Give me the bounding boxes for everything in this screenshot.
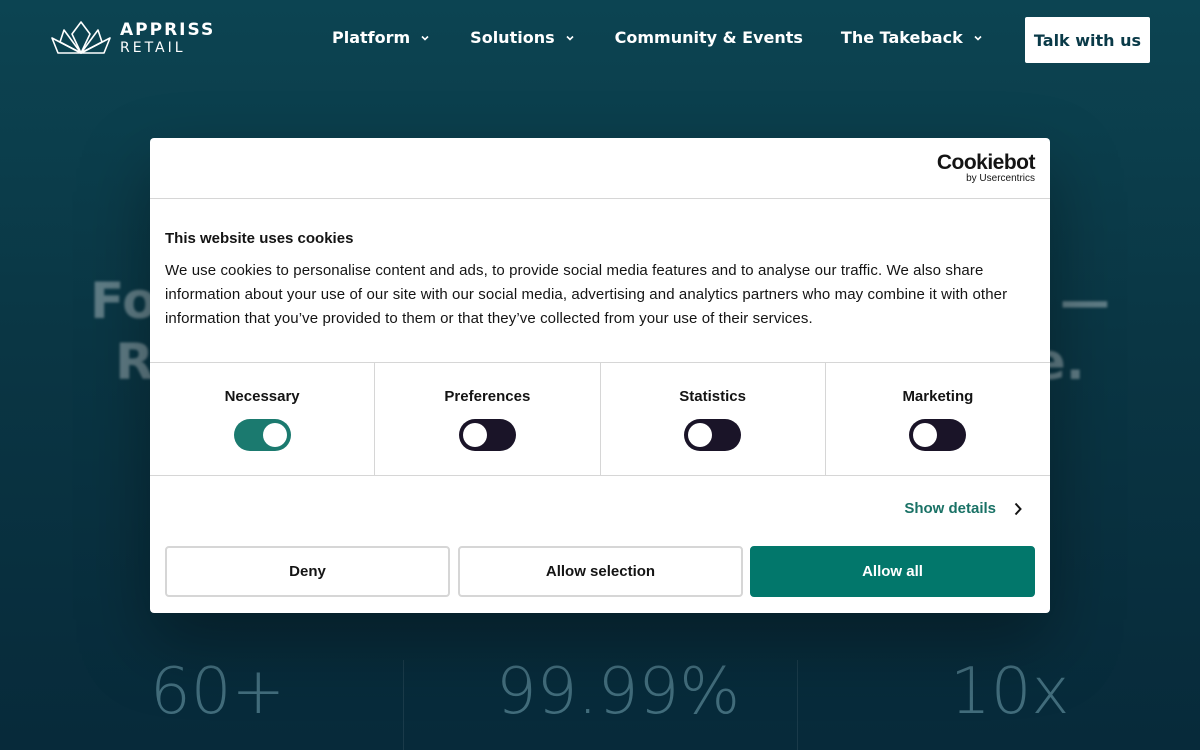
- preferences-toggle[interactable]: [458, 419, 516, 451]
- talk-with-us-button[interactable]: Talk with us: [1025, 17, 1150, 63]
- statistics-toggle[interactable]: [684, 419, 742, 451]
- cookie-dialog-body: This website uses cookies We use cookies…: [150, 199, 1050, 363]
- show-details-label: Show details: [904, 500, 996, 517]
- nav-item-label: Solutions: [470, 28, 555, 47]
- deny-button[interactable]: Deny: [165, 546, 450, 597]
- allow-selection-button[interactable]: Allow selection: [458, 546, 743, 597]
- lotus-logo-icon: [51, 21, 111, 54]
- appriss-retail-logo[interactable]: APPRISS RETAIL: [50, 20, 215, 56]
- chevron-right-icon: [1014, 502, 1022, 515]
- show-details-link[interactable]: Show details: [904, 500, 1022, 517]
- nav-item-label: Community & Events: [614, 28, 803, 47]
- nav-item-community-events[interactable]: Community & Events: [615, 28, 803, 47]
- hero-headline-fragment: R: [115, 333, 154, 391]
- stat-value: 10x: [950, 655, 1070, 729]
- necessary-toggle[interactable]: [233, 419, 291, 451]
- category-label: Marketing: [902, 388, 974, 405]
- cookie-dialog-header: Cookiebot by Usercentrics: [150, 138, 1050, 199]
- cookiebot-brand-sub: by Usercentrics: [966, 173, 1035, 184]
- cookie-details-row: Show details: [150, 476, 1050, 544]
- logo-wordmark-top: APPRISS: [120, 19, 216, 40]
- nav-item-label: The Takeback: [840, 28, 963, 47]
- cookie-dialog-title: This website uses cookies: [165, 230, 354, 247]
- cookiebot-brand: Cookiebot: [936, 151, 1036, 174]
- logo-wordmark-bottom: RETAIL: [120, 39, 186, 56]
- category-preferences: Preferences: [375, 363, 601, 475]
- logo-text: APPRISS RETAIL: [120, 19, 216, 56]
- toggle-knob: [913, 423, 938, 447]
- site-header: APPRISS RETAIL Platform Solutions Commun…: [0, 0, 1200, 80]
- nav-item-platform[interactable]: Platform: [332, 28, 430, 47]
- toggle-knob: [688, 423, 713, 447]
- category-label: Necessary: [224, 388, 300, 405]
- nav-item-the-takeback[interactable]: The Takeback: [841, 28, 983, 47]
- nav-item-label: Platform: [332, 28, 411, 47]
- stat-value: 60+: [150, 655, 286, 729]
- toggle-knob: [262, 423, 287, 447]
- toggle-knob: [462, 423, 487, 447]
- stat-value: 99.99%: [496, 655, 741, 729]
- chevron-down-icon: [566, 35, 574, 41]
- chevron-down-icon: [974, 35, 982, 41]
- category-marketing: Marketing: [826, 363, 1050, 475]
- stat-divider: [403, 660, 404, 750]
- cookie-dialog-text: We use cookies to personalise content an…: [165, 262, 1008, 327]
- marketing-toggle[interactable]: [909, 419, 967, 451]
- stat-divider: [797, 660, 798, 750]
- cookiebot-logo[interactable]: Cookiebot by Usercentrics: [936, 151, 1036, 184]
- chevron-down-icon: [421, 35, 429, 41]
- main-nav: Platform Solutions Community & Events Th…: [332, 28, 983, 47]
- category-label: Statistics: [679, 388, 746, 405]
- category-statistics: Statistics: [601, 363, 826, 475]
- allow-all-button[interactable]: Allow all: [750, 546, 1035, 597]
- cookie-consent-dialog: Cookiebot by Usercentrics This website u…: [150, 138, 1050, 613]
- cookie-dialog-buttons: Deny Allow selection Allow all: [165, 546, 1035, 597]
- nav-item-solutions[interactable]: Solutions: [470, 28, 574, 47]
- cookie-categories: Necessary Preferences Statistics Marketi…: [150, 363, 1050, 476]
- category-necessary: Necessary: [150, 363, 376, 475]
- category-label: Preferences: [444, 388, 531, 405]
